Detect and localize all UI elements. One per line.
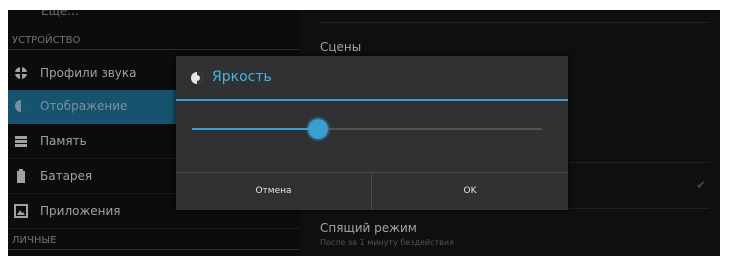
brightness-slider[interactable] <box>192 119 542 139</box>
ok-button[interactable]: OK <box>372 173 568 210</box>
slider-fill <box>192 128 318 130</box>
cancel-button[interactable]: Отмена <box>176 173 372 210</box>
slider-thumb[interactable] <box>308 119 328 139</box>
dialog-header: Яркость <box>176 56 568 101</box>
dialog-button-bar: Отмена OK <box>176 172 568 210</box>
brightness-dialog: Яркость Отмена OK <box>176 56 568 210</box>
settings-screen: Еще... УСТРОЙСТВО Профили звука Отображе… <box>8 10 720 256</box>
dialog-title: Яркость <box>212 69 272 85</box>
brightness-icon <box>190 70 204 84</box>
